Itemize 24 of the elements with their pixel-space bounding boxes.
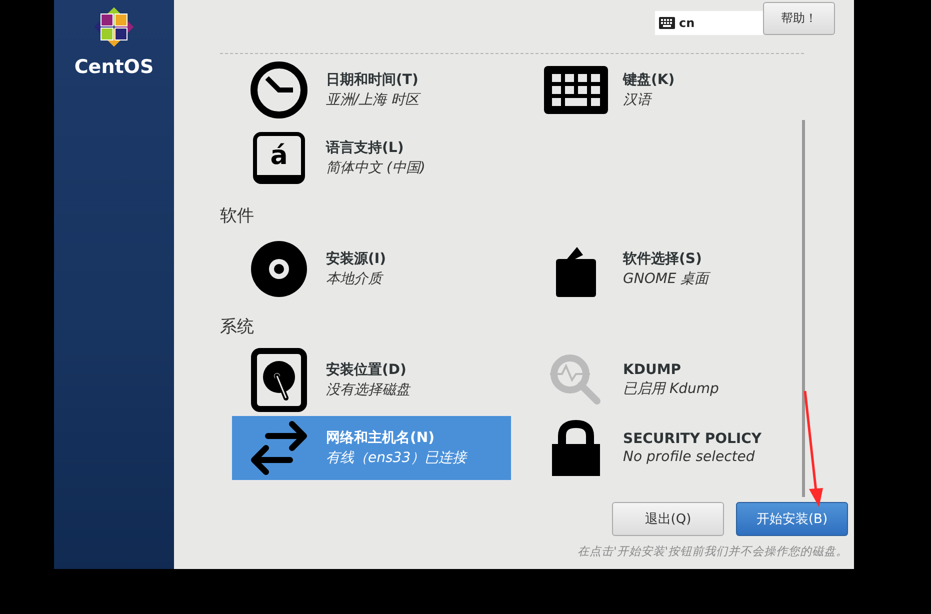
settings-item[interactable]: 日期和时间(T) 亚洲/上海 时区: [232, 58, 511, 122]
keyboard-icon: [659, 17, 675, 29]
quit-button[interactable]: 退出(Q): [612, 502, 724, 536]
scrollbar[interactable]: [802, 120, 805, 497]
section-heading: 软件: [220, 205, 255, 227]
section-heading: 系统: [220, 316, 255, 338]
begin-installation-button[interactable]: 开始安装(B): [736, 502, 848, 536]
settings-item[interactable]: 键盘(K) 汉语: [529, 58, 808, 122]
footer-note: 在点击'开始安装'按钮前我们并不会操作您的磁盘。: [578, 544, 848, 559]
accent-letter: á: [270, 142, 288, 168]
keyboard-layout-indicator[interactable]: cn: [655, 11, 763, 35]
keyboard-layout-text: cn: [679, 16, 695, 30]
help-button[interactable]: 帮助！: [763, 2, 835, 35]
settings-item[interactable]: 安装源(I) 本地介质: [232, 237, 511, 301]
settings-item[interactable]: á 语言支持(L) 简体中文 (中国): [232, 126, 511, 190]
settings-item[interactable]: KDUMP 已启用 Kdump: [529, 348, 808, 412]
disc-icon: [250, 240, 308, 298]
logo-text: CentOS: [74, 56, 154, 78]
settings-item[interactable]: SECURITY POLICY No profile selected: [529, 416, 808, 480]
lock-icon: [551, 420, 601, 476]
clock-icon: [249, 60, 309, 120]
arrows-icon: [248, 419, 310, 477]
settings-item[interactable]: 安装位置(D) 没有选择磁盘: [232, 348, 511, 412]
settings-item[interactable]: 软件选择(S) GNOME 桌面: [529, 237, 808, 301]
